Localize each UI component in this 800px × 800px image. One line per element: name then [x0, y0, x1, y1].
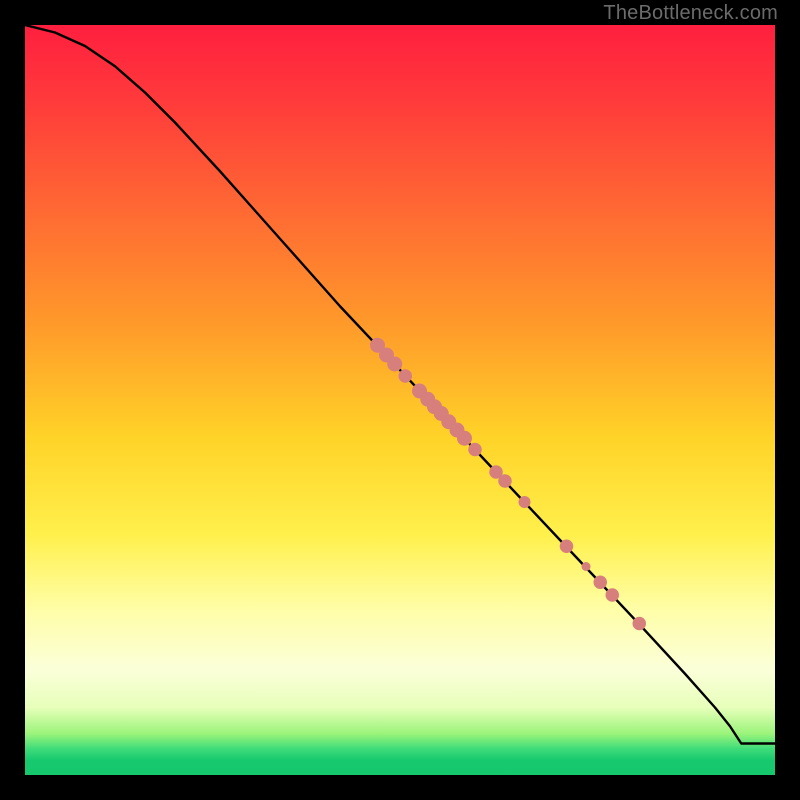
- data-dot: [519, 496, 531, 508]
- data-dot: [606, 588, 620, 602]
- data-dot: [387, 357, 402, 372]
- data-dot: [498, 474, 512, 488]
- watermark-text: TheBottleneck.com: [603, 2, 778, 25]
- data-dot: [457, 431, 472, 446]
- curve-layer: [25, 25, 775, 775]
- chart-frame: TheBottleneck.com: [0, 0, 800, 800]
- data-dot: [399, 369, 413, 383]
- data-dot: [560, 540, 574, 554]
- main-curve: [25, 25, 775, 744]
- data-dot: [582, 562, 591, 571]
- plot-area: [25, 25, 775, 775]
- data-dot: [594, 576, 608, 590]
- data-dot: [468, 443, 482, 457]
- data-dot: [633, 617, 647, 631]
